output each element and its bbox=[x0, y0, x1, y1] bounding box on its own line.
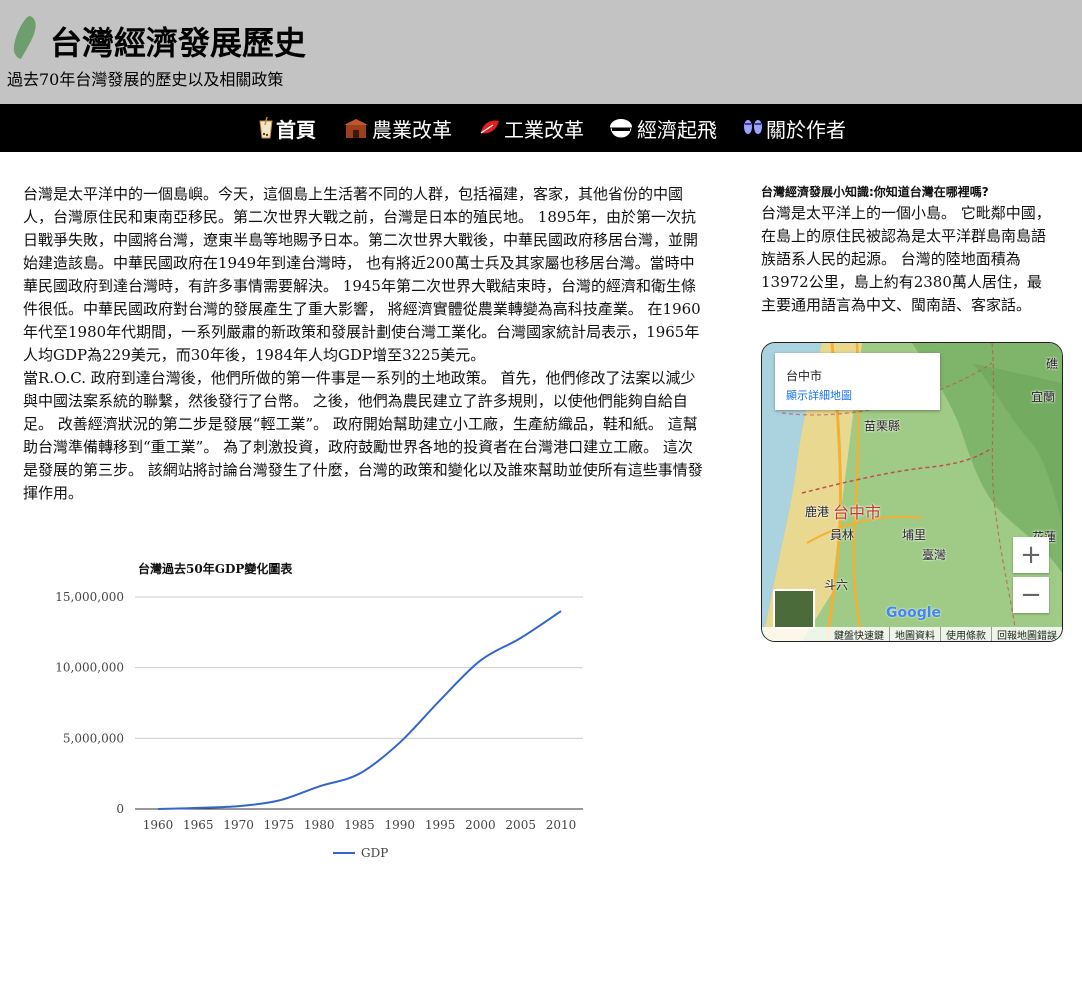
nav-item-economy[interactable]: 經濟起飛 bbox=[607, 104, 717, 152]
gdp-series-line bbox=[157, 610, 562, 810]
map-label-taichung: 台中市 bbox=[833, 503, 882, 522]
map-label-douliu: 斗六 bbox=[824, 578, 849, 592]
rice-bowl-icon bbox=[609, 119, 633, 139]
slippers-icon bbox=[744, 120, 762, 134]
article-paragraph: 當R.O.C. 政府到達台灣後，他們所做的第一件事是一系列的土地政策。 首先，他… bbox=[23, 369, 703, 502]
map-label-yilan: 宜蘭 bbox=[1031, 390, 1056, 404]
minus-icon: − bbox=[1020, 580, 1042, 610]
nav-label: 經濟起飛 bbox=[637, 117, 717, 142]
map-details-link[interactable]: 顯示詳細地圖 bbox=[786, 387, 852, 403]
legend-label: GDP bbox=[361, 846, 388, 860]
google-logo: Google bbox=[886, 605, 942, 621]
map-place-name: 台中市 bbox=[786, 369, 823, 383]
nav-item-home[interactable]: 首頁 bbox=[258, 104, 316, 152]
nav-item-about[interactable]: 關於作者 bbox=[742, 104, 846, 152]
map-footer-data[interactable]: 地圖資料 bbox=[889, 626, 940, 641]
nav-item-industry[interactable]: 工業改革 bbox=[478, 104, 584, 152]
x-tick-label: 1980 bbox=[304, 818, 335, 832]
map-zoom-out-button[interactable]: − bbox=[1013, 577, 1049, 613]
map-zoom-in-button[interactable]: + bbox=[1013, 537, 1049, 573]
map-label-yuanlin: 員林 bbox=[830, 528, 855, 542]
map-footer: 鍵盤快速鍵 地圖資料 使用條款 回報地圖錯誤 bbox=[762, 626, 1062, 642]
map-label-taiwan: 臺灣 bbox=[922, 548, 947, 562]
chart-title: 台灣過去50年GDP變化圖表 bbox=[138, 561, 293, 576]
sidebar-heading: 台灣經濟發展小知識:你知道台灣在哪裡嗎? bbox=[761, 185, 989, 199]
map-info-card: 台中市 顯示詳細地圖 bbox=[775, 353, 940, 410]
drink-cup-icon bbox=[259, 117, 273, 139]
red-leaf-icon bbox=[480, 120, 499, 134]
map-label-ji: 礁 bbox=[1046, 357, 1059, 371]
site-header: 台灣經濟發展歷史 過去70年台灣發展的歷史以及相關政策 bbox=[0, 0, 1082, 104]
nav-label: 首頁 bbox=[276, 117, 316, 142]
x-tick-label: 1960 bbox=[143, 818, 174, 832]
x-tick-label: 2010 bbox=[546, 818, 577, 832]
nav-label: 農業改革 bbox=[372, 117, 452, 142]
y-tick-label: 15,000,000 bbox=[55, 590, 124, 604]
plus-icon: + bbox=[1020, 540, 1042, 570]
sidebar: 台灣經濟發展小知識:你知道台灣在哪裡嗎? 台灣是太平洋上的一個小島。 它毗鄰中國… bbox=[761, 183, 1061, 317]
gdp-chart-svg: 台灣過去50年GDP變化圖表 0 5,000,000 10,000,000 15,000… bbox=[55, 561, 583, 860]
x-tick-label: 1965 bbox=[183, 818, 214, 832]
nav-label: 工業改革 bbox=[504, 117, 584, 142]
nav-label: 關於作者 bbox=[766, 117, 846, 142]
map-footer-report[interactable]: 回報地圖錯誤 bbox=[991, 626, 1062, 641]
map-footer-terms[interactable]: 使用條款 bbox=[940, 626, 991, 641]
taiwan-island-icon bbox=[13, 16, 36, 59]
y-tick-label: 5,000,000 bbox=[63, 731, 124, 745]
x-tick-label: 2005 bbox=[505, 818, 536, 832]
x-tick-label: 1985 bbox=[344, 818, 375, 832]
temple-icon bbox=[344, 119, 368, 138]
main-nav: 首頁 農業改革 工業改革 經濟起飛 關於作者 bbox=[0, 104, 1082, 152]
sidebar-text: 台灣是太平洋上的一個小島。 它毗鄰中國，在島上的原住民被認為是太平洋群島南島語族… bbox=[761, 204, 1051, 314]
nav-item-agriculture[interactable]: 農業改革 bbox=[342, 104, 452, 152]
map-footer-shortcuts[interactable]: 鍵盤快速鍵 bbox=[829, 627, 889, 642]
article-body: 台灣是太平洋中的一個島嶼。今天，這個島上生活著不同的人群，包括福建，客家，其他省… bbox=[23, 183, 703, 505]
map-label-puli: 埔里 bbox=[902, 528, 927, 542]
page-subtitle: 過去70年台灣發展的歷史以及相關政策 bbox=[7, 70, 284, 89]
x-tick-label: 1970 bbox=[223, 818, 254, 832]
gdp-chart: 台灣過去50年GDP變化圖表 0 5,000,000 10,000,000 15,000… bbox=[55, 555, 595, 879]
embedded-map[interactable]: 苗栗縣 台中市 鹿港 員林 埔里 臺灣 斗六 宜蘭 礁 花蓮 台中市 顯示詳細地… bbox=[761, 342, 1063, 642]
map-label-miaoli: 苗栗縣 bbox=[864, 419, 901, 433]
x-tick-label: 1995 bbox=[425, 818, 456, 832]
x-tick-label: 1975 bbox=[264, 818, 295, 832]
x-tick-label: 2000 bbox=[465, 818, 496, 832]
y-tick-label: 0 bbox=[116, 802, 124, 816]
map-label-lugang: 鹿港 bbox=[805, 505, 830, 519]
x-tick-label: 1990 bbox=[385, 818, 416, 832]
page-title: 台灣經濟發展歷史 bbox=[50, 24, 307, 62]
y-tick-label: 10,000,000 bbox=[55, 661, 124, 675]
article-paragraph: 台灣是太平洋中的一個島嶼。今天，這個島上生活著不同的人群，包括福建，客家，其他省… bbox=[23, 185, 701, 364]
